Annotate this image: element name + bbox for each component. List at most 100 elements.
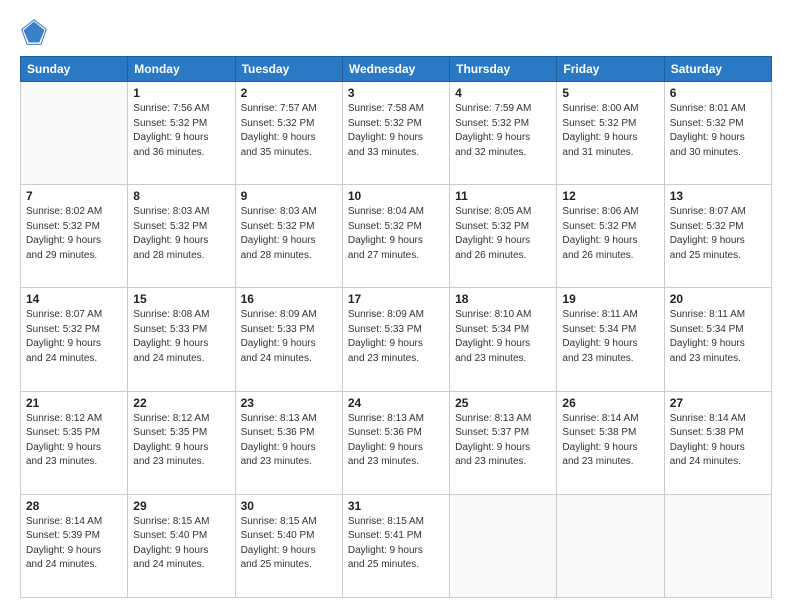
day-number: 13 <box>670 189 766 203</box>
logo <box>20 18 52 46</box>
day-number: 12 <box>562 189 658 203</box>
calendar-cell <box>557 494 664 597</box>
calendar-cell: 14 Sunrise: 8:07 AMSunset: 5:32 PMDayligh… <box>21 288 128 391</box>
calendar-cell <box>664 494 771 597</box>
day-info: Sunrise: 7:57 AMSunset: 5:32 PMDaylight:… <box>241 102 337 160</box>
day-number: 6 <box>670 86 766 100</box>
calendar-cell: 5 Sunrise: 8:00 AMSunset: 5:32 PMDaylight… <box>557 82 664 185</box>
calendar-cell: 7 Sunrise: 8:02 AMSunset: 5:32 PMDaylight… <box>21 185 128 288</box>
day-number: 19 <box>562 292 658 306</box>
day-number: 26 <box>562 396 658 410</box>
calendar-cell: 1 Sunrise: 7:56 AMSunset: 5:32 PMDaylight… <box>128 82 235 185</box>
page: SundayMondayTuesdayWednesdayThursdayFrid… <box>0 0 792 612</box>
day-number: 18 <box>455 292 551 306</box>
day-info: Sunrise: 8:13 AMSunset: 5:36 PMDaylight:… <box>348 412 444 470</box>
day-info: Sunrise: 8:07 AMSunset: 5:32 PMDaylight:… <box>670 205 766 263</box>
day-number: 17 <box>348 292 444 306</box>
day-info: Sunrise: 8:15 AMSunset: 5:41 PMDaylight:… <box>348 515 444 573</box>
calendar-cell: 15Sunrise: 8:08 AMSunset: 5:33 PMDayligh… <box>128 288 235 391</box>
calendar-table: SundayMondayTuesdayWednesdayThursdayFrid… <box>20 56 772 598</box>
day-number: 25 <box>455 396 551 410</box>
day-info: Sunrise: 8:15 AMSunset: 5:40 PMDaylight:… <box>241 515 337 573</box>
day-info: Sunrise: 7:59 AMSunset: 5:32 PMDaylight:… <box>455 102 551 160</box>
day-number: 1 <box>133 86 229 100</box>
day-number: 27 <box>670 396 766 410</box>
calendar-cell: 4Sunrise: 7:59 AMSunset: 5:32 PMDaylight… <box>450 82 557 185</box>
calendar-cell: 28Sunrise: 8:14 AMSunset: 5:39 PMDayligh… <box>21 494 128 597</box>
day-number: 29 <box>133 499 229 513</box>
weekday-header: Tuesday <box>235 57 342 82</box>
day-info: Sunrise: 8:12 AMSunset: 5:35 PMDaylight:… <box>26 412 122 470</box>
day-info: Sunrise: 8:06 AMSunset: 5:32 PMDaylight:… <box>562 205 658 263</box>
weekday-header: Saturday <box>664 57 771 82</box>
day-info: Sunrise: 8:13 AMSunset: 5:36 PMDaylight:… <box>241 412 337 470</box>
day-number: 3 <box>348 86 444 100</box>
calendar-cell: 21 Sunrise: 8:12 AMSunset: 5:35 PMDayligh… <box>21 391 128 494</box>
day-number: 9 <box>241 189 337 203</box>
calendar-cell: 17 Sunrise: 8:09 AMSunset: 5:33 PMDayligh… <box>342 288 449 391</box>
calendar-cell: 30 Sunrise: 8:15 AMSunset: 5:40 PMDayligh… <box>235 494 342 597</box>
calendar-cell: 19 Sunrise: 8:11 AMSunset: 5:34 PMDayligh… <box>557 288 664 391</box>
day-info: Sunrise: 8:07 AMSunset: 5:32 PMDaylight:… <box>26 308 122 366</box>
day-number: 11 <box>455 189 551 203</box>
day-number: 21 <box>26 396 122 410</box>
day-info: Sunrise: 8:02 AMSunset: 5:32 PMDaylight:… <box>26 205 122 263</box>
day-number: 31 <box>348 499 444 513</box>
header <box>20 18 772 46</box>
day-info: Sunrise: 8:11 AMSunset: 5:34 PMDaylight:… <box>670 308 766 366</box>
day-number: 20 <box>670 292 766 306</box>
day-info: Sunrise: 8:01 AMSunset: 5:32 PMDaylight:… <box>670 102 766 160</box>
day-number: 5 <box>562 86 658 100</box>
day-number: 10 <box>348 189 444 203</box>
calendar-cell: 26 Sunrise: 8:14 AMSunset: 5:38 PMDayligh… <box>557 391 664 494</box>
day-info: Sunrise: 8:03 AMSunset: 5:32 PMDaylight:… <box>241 205 337 263</box>
calendar-cell: 22 Sunrise: 8:12 AMSunset: 5:35 PMDayligh… <box>128 391 235 494</box>
calendar-cell: 25 Sunrise: 8:13 AMSunset: 5:37 PMDayligh… <box>450 391 557 494</box>
calendar-cell: 8 Sunrise: 8:03 AMSunset: 5:32 PMDaylight… <box>128 185 235 288</box>
calendar-cell: 29Sunrise: 8:15 AMSunset: 5:40 PMDayligh… <box>128 494 235 597</box>
day-number: 8 <box>133 189 229 203</box>
day-number: 30 <box>241 499 337 513</box>
day-number: 14 <box>26 292 122 306</box>
weekday-header: Monday <box>128 57 235 82</box>
calendar-cell: 16Sunrise: 8:09 AMSunset: 5:33 PMDayligh… <box>235 288 342 391</box>
calendar-cell: 2 Sunrise: 7:57 AMSunset: 5:32 PMDaylight… <box>235 82 342 185</box>
day-info: Sunrise: 8:14 AMSunset: 5:39 PMDaylight:… <box>26 515 122 573</box>
calendar-cell: 23Sunrise: 8:13 AMSunset: 5:36 PMDayligh… <box>235 391 342 494</box>
day-info: Sunrise: 7:58 AMSunset: 5:32 PMDaylight:… <box>348 102 444 160</box>
calendar-cell: 27 Sunrise: 8:14 AMSunset: 5:38 PMDayligh… <box>664 391 771 494</box>
weekday-header: Thursday <box>450 57 557 82</box>
day-info: Sunrise: 8:14 AMSunset: 5:38 PMDaylight:… <box>562 412 658 470</box>
calendar-cell: 13 Sunrise: 8:07 AMSunset: 5:32 PMDayligh… <box>664 185 771 288</box>
day-number: 7 <box>26 189 122 203</box>
calendar-cell: 31 Sunrise: 8:15 AMSunset: 5:41 PMDayligh… <box>342 494 449 597</box>
day-number: 24 <box>348 396 444 410</box>
day-number: 22 <box>133 396 229 410</box>
calendar-cell: 24 Sunrise: 8:13 AMSunset: 5:36 PMDayligh… <box>342 391 449 494</box>
day-info: Sunrise: 7:56 AMSunset: 5:32 PMDaylight:… <box>133 102 229 160</box>
calendar-cell: 3 Sunrise: 7:58 AMSunset: 5:32 PMDaylight… <box>342 82 449 185</box>
weekday-header: Wednesday <box>342 57 449 82</box>
day-number: 2 <box>241 86 337 100</box>
calendar-header-row: SundayMondayTuesdayWednesdayThursdayFrid… <box>21 57 772 82</box>
calendar-cell: 18 Sunrise: 8:10 AMSunset: 5:34 PMDayligh… <box>450 288 557 391</box>
day-info: Sunrise: 8:14 AMSunset: 5:38 PMDaylight:… <box>670 412 766 470</box>
calendar-cell <box>450 494 557 597</box>
day-info: Sunrise: 8:11 AMSunset: 5:34 PMDaylight:… <box>562 308 658 366</box>
day-info: Sunrise: 8:10 AMSunset: 5:34 PMDaylight:… <box>455 308 551 366</box>
logo-icon <box>20 18 48 46</box>
day-info: Sunrise: 8:03 AMSunset: 5:32 PMDaylight:… <box>133 205 229 263</box>
calendar-week-row: 28Sunrise: 8:14 AMSunset: 5:39 PMDayligh… <box>21 494 772 597</box>
calendar-week-row: 21 Sunrise: 8:12 AMSunset: 5:35 PMDayligh… <box>21 391 772 494</box>
calendar-week-row: 14 Sunrise: 8:07 AMSunset: 5:32 PMDayligh… <box>21 288 772 391</box>
day-info: Sunrise: 8:13 AMSunset: 5:37 PMDaylight:… <box>455 412 551 470</box>
calendar-cell: 11Sunrise: 8:05 AMSunset: 5:32 PMDayligh… <box>450 185 557 288</box>
day-number: 15 <box>133 292 229 306</box>
day-info: Sunrise: 8:12 AMSunset: 5:35 PMDaylight:… <box>133 412 229 470</box>
weekday-header: Friday <box>557 57 664 82</box>
day-info: Sunrise: 8:00 AMSunset: 5:32 PMDaylight:… <box>562 102 658 160</box>
calendar-week-row: 7 Sunrise: 8:02 AMSunset: 5:32 PMDaylight… <box>21 185 772 288</box>
day-info: Sunrise: 8:09 AMSunset: 5:33 PMDaylight:… <box>348 308 444 366</box>
calendar-cell: 20 Sunrise: 8:11 AMSunset: 5:34 PMDayligh… <box>664 288 771 391</box>
calendar-cell: 9 Sunrise: 8:03 AMSunset: 5:32 PMDaylight… <box>235 185 342 288</box>
